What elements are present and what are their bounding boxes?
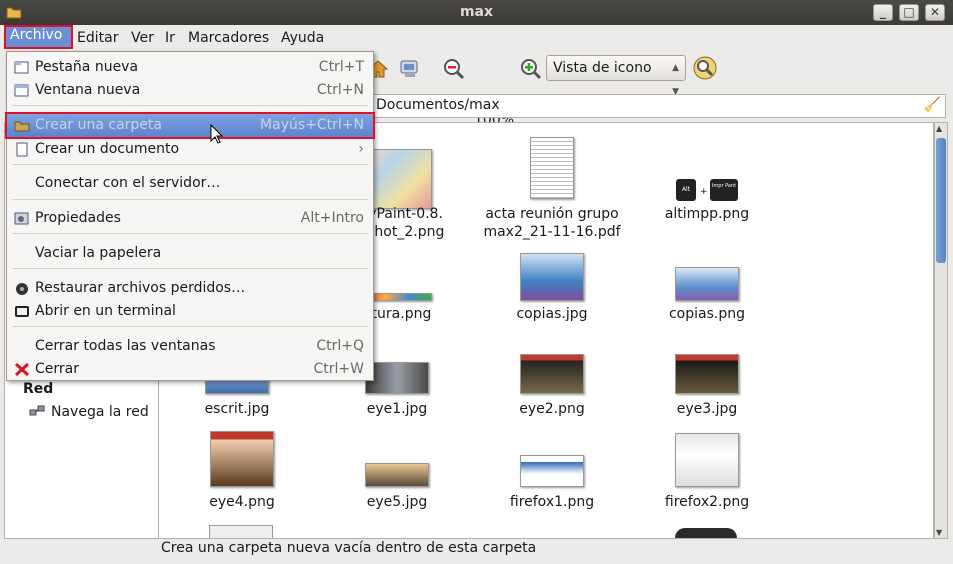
menu-item-propiedades[interactable]: Propiedades Alt+Intro [7, 207, 373, 230]
scroll-thumb[interactable] [936, 138, 946, 263]
terminal-icon [15, 306, 29, 317]
view-mode-select[interactable]: Vista de icono ▲ ▼ [546, 55, 686, 97]
zoom-out-icon[interactable] [442, 57, 466, 81]
menu-separator [12, 199, 368, 200]
network-icon [29, 405, 45, 416]
menu-item-crear-documento[interactable]: Crear un documento › [7, 138, 373, 161]
sidebar-heading-red: Red [23, 381, 54, 397]
menu-archivo[interactable]: Archivo [4, 25, 73, 49]
vertical-scrollbar[interactable]: ▲ ▼ [934, 122, 948, 539]
eye4-thumbnail [210, 431, 274, 487]
menu-item-crear-carpeta[interactable]: Crear una carpeta Mayús+Ctrl+N [5, 112, 375, 139]
firefox1-thumbnail [520, 455, 584, 487]
location-path: Documentos/max [376, 97, 500, 113]
status-bar: Crea una carpeta nueva vacía dentro de e… [161, 540, 537, 556]
document-icon [16, 142, 28, 157]
altimpp-thumbnail: Alt + Impr Pant [676, 179, 738, 203]
clear-icon[interactable]: 🧹 [924, 97, 941, 113]
copias-png-thumbnail [675, 267, 739, 301]
firefox2-thumbnail [675, 433, 739, 487]
file-thumbnail-partial[interactable] [209, 525, 273, 538]
menu-bar: Archivo Editar Ver Ir Marcadores Ayuda [0, 25, 953, 51]
menu-editar[interactable]: Editar [73, 28, 122, 48]
properties-icon [14, 212, 29, 225]
eye2-thumbnail [520, 354, 584, 394]
close-icon [14, 362, 30, 377]
menu-separator [12, 233, 368, 234]
menu-separator [12, 164, 368, 165]
archivo-menu: Pestaña nueva Ctrl+T Ventana nueva Ctrl+N … [5, 51, 375, 381]
menu-ir[interactable]: Ir [161, 28, 179, 48]
menu-item-conectar-servidor[interactable]: Conectar con el servidor… [7, 172, 373, 195]
menu-item-pestana-nueva[interactable]: Pestaña nueva Ctrl+T [7, 56, 373, 79]
menu-marcadores[interactable]: Marcadores [184, 28, 273, 48]
maximize-button[interactable]: □ [899, 4, 919, 21]
menu-separator [12, 326, 368, 327]
menu-item-cerrar-todas[interactable]: Cerrar todas las ventanas Ctrl+Q [7, 335, 373, 358]
scroll-down-icon[interactable]: ▼ [936, 528, 942, 537]
scroll-up-icon[interactable]: ▲ [936, 124, 942, 133]
menu-item-ventana-nueva[interactable]: Ventana nueva Ctrl+N [7, 79, 373, 102]
menu-separator [12, 268, 368, 269]
eye5-thumbnail [365, 463, 429, 487]
restore-icon [16, 283, 28, 295]
file-thumbnail-partial[interactable] [675, 528, 737, 538]
title-bar: max _ □ ✕ [0, 0, 953, 25]
search-icon[interactable] [692, 55, 718, 81]
zoom-in-icon[interactable] [519, 57, 543, 81]
folder-icon [14, 121, 30, 132]
menu-item-abrir-terminal[interactable]: Abrir en un terminal [7, 300, 373, 323]
pdf-thumbnail [530, 137, 574, 199]
location-bar[interactable]: Documentos/max 🧹 [370, 94, 946, 118]
menu-item-cerrar[interactable]: Cerrar Ctrl+W [7, 358, 373, 381]
eye3-thumbnail [675, 354, 739, 394]
new-tab-icon [14, 61, 29, 74]
minimize-button[interactable]: _ [873, 4, 893, 21]
computer-icon[interactable] [398, 57, 422, 81]
menu-separator [12, 105, 368, 106]
copias-jpg-thumbnail [520, 253, 584, 301]
window-title: max [459, 4, 494, 20]
menu-item-vaciar-papelera[interactable]: Vaciar la papelera [7, 242, 373, 265]
eye1-thumbnail [365, 362, 429, 394]
mouse-cursor-icon [210, 124, 224, 144]
close-window-button[interactable]: ✕ [925, 4, 945, 21]
menu-item-restaurar-archivos[interactable]: Restaurar archivos perdidos… [7, 277, 373, 300]
sidebar-item-navega-la-red[interactable]: Navega la red [29, 404, 149, 420]
submenu-arrow-icon: › [358, 141, 364, 157]
new-window-icon [14, 84, 29, 97]
menu-ver[interactable]: Ver [127, 28, 158, 48]
menu-ayuda[interactable]: Ayuda [277, 28, 328, 48]
